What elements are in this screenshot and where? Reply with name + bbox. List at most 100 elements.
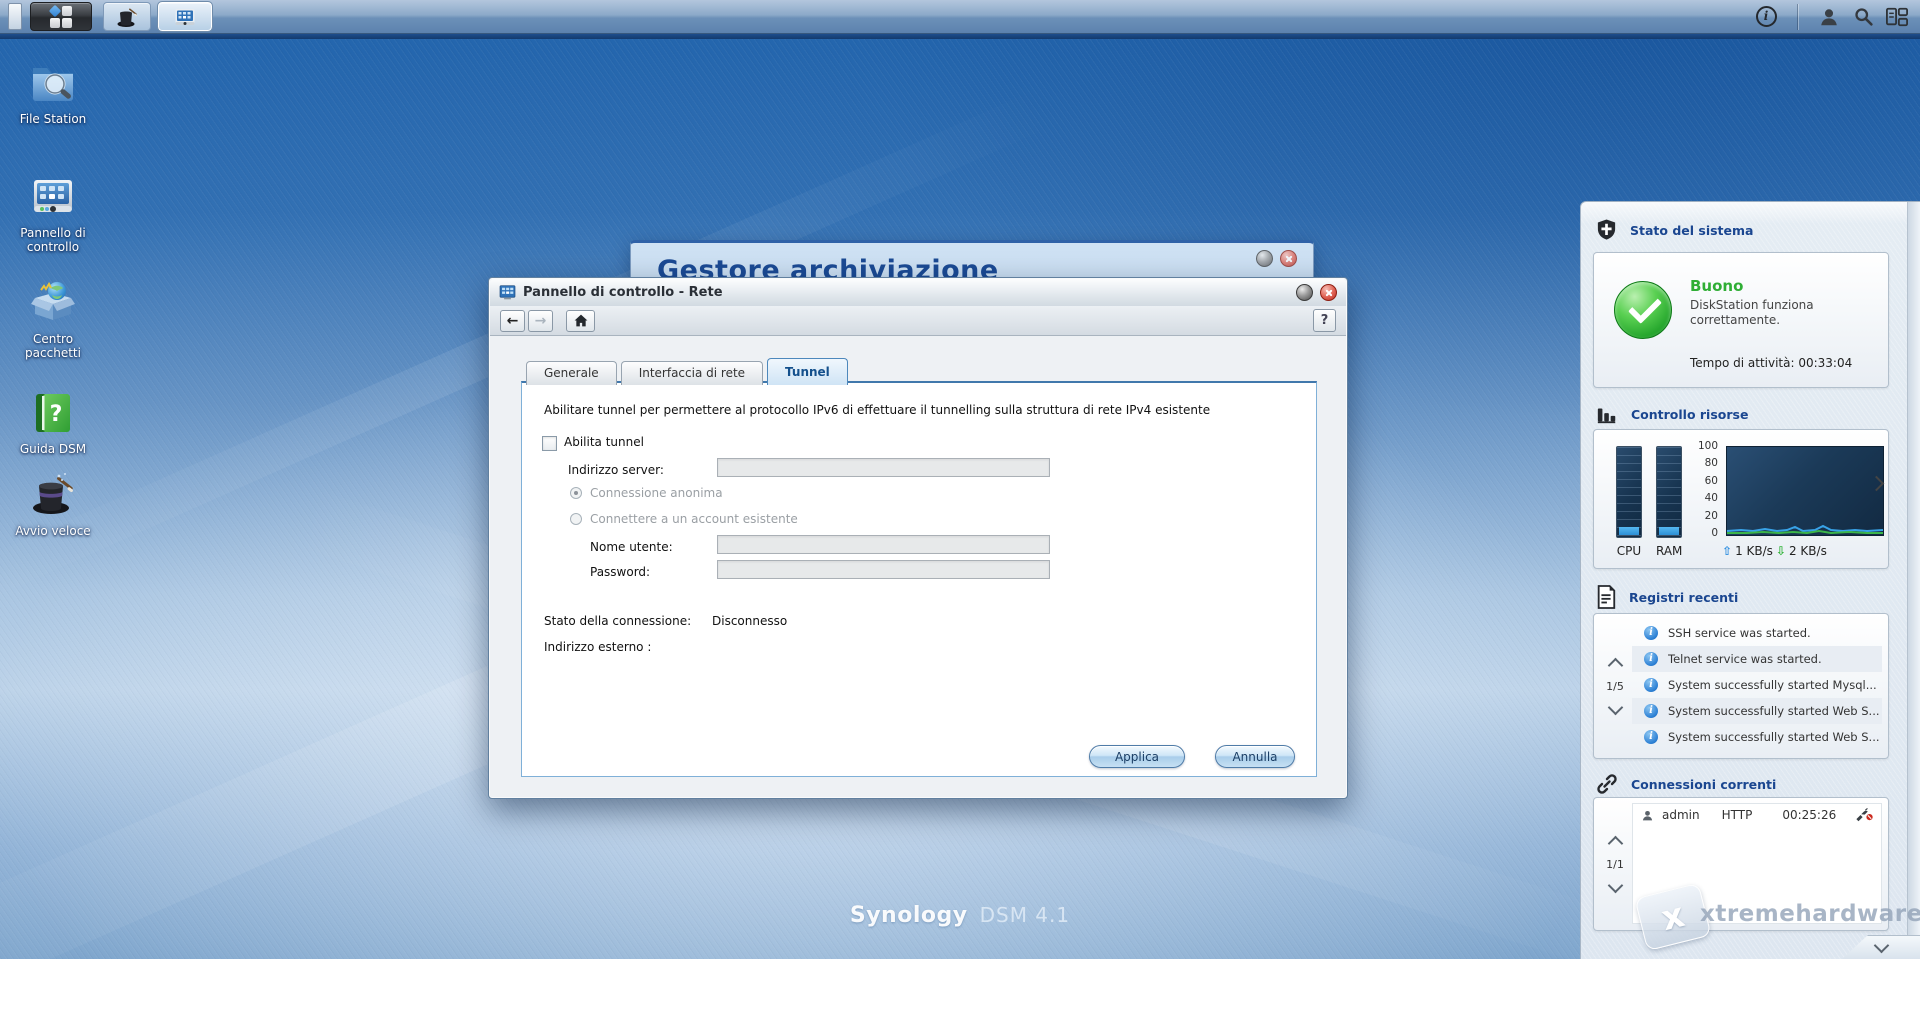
desktop-icon-label: File Station: [5, 112, 101, 126]
axis-tick: 60: [1692, 475, 1718, 487]
forward-button[interactable]: →: [528, 310, 553, 332]
log-text: System successfully started Mysql...: [1668, 678, 1877, 692]
page-down-chevron[interactable]: [1607, 699, 1623, 715]
enable-tunnel-checkbox[interactable]: [542, 436, 557, 451]
tab-generale[interactable]: Generale: [526, 361, 617, 385]
ram-gauge: [1656, 446, 1682, 538]
dialog-titlebar[interactable]: Pannello di controllo - Rete: [490, 279, 1346, 306]
log-row[interactable]: i System successfully started Web S...: [1632, 724, 1882, 750]
log-text: System successfully started Web S...: [1668, 704, 1880, 718]
cancel-button[interactable]: Annulla: [1215, 745, 1295, 768]
log-text: System successfully started Web S...: [1668, 730, 1880, 744]
upload-rate: 1 KB/s: [1735, 544, 1773, 558]
forward-arrow-icon: →: [535, 313, 547, 329]
page-up-chevron[interactable]: [1607, 657, 1623, 673]
tunnel-tab-panel: Abilitare tunnel per permettere al proto…: [521, 381, 1317, 777]
system-status-box: Buono DiskStation funziona correttamente…: [1593, 252, 1889, 388]
dsm-version-text: DSM 4.1: [980, 903, 1071, 927]
minimize-button[interactable]: [1296, 284, 1313, 301]
download-rate: 2 KB/s: [1789, 544, 1827, 558]
system-status-header: Stato del sistema: [1595, 218, 1753, 242]
user-menu-button[interactable]: [1812, 0, 1846, 33]
help-button[interactable]: ?: [1313, 309, 1336, 332]
server-address-input[interactable]: [717, 458, 1050, 477]
anonymous-connection-label: Connessione anonima: [590, 486, 723, 500]
widgets-icon: [1885, 6, 1909, 28]
system-status-state: Buono: [1690, 277, 1743, 295]
dialog-toolbar: ← → ?: [490, 306, 1346, 336]
anonymous-connection-radio[interactable]: [570, 487, 582, 499]
existing-account-label: Connettere a un account esistente: [590, 512, 798, 526]
log-row[interactable]: i System successfully started Web S...: [1632, 698, 1882, 724]
widgets-button[interactable]: [1880, 0, 1914, 33]
recent-logs-box: 1/5 i SSH service was started. i Telnet …: [1593, 613, 1889, 759]
apply-button[interactable]: Applica: [1089, 745, 1185, 768]
desktop-icon-label: Guida DSM: [5, 442, 101, 456]
current-connections-header: Connessioni correnti: [1595, 772, 1776, 796]
storage-manager-window-controls: [1256, 250, 1297, 267]
download-arrow-icon: ⇩: [1776, 544, 1786, 558]
connection-user: admin: [1662, 808, 1700, 822]
chain-link-icon: [1595, 772, 1619, 796]
info-icon: i: [1644, 730, 1658, 744]
tab-interfaccia-di-rete[interactable]: Interfaccia di rete: [621, 361, 763, 385]
sidebar-scroll-gutter[interactable]: [1907, 202, 1920, 959]
username-input[interactable]: [717, 535, 1050, 554]
info-icon: i: [1644, 678, 1658, 692]
connections-pager: 1/1: [1600, 798, 1630, 930]
back-button[interactable]: ←: [500, 310, 525, 332]
page-up-chevron[interactable]: [1607, 835, 1623, 851]
kill-connection-button[interactable]: [1855, 808, 1873, 822]
page-indicator: 1/5: [1606, 680, 1624, 693]
desktop-icon-dsm-help[interactable]: ? Guida DSM: [5, 388, 101, 456]
sidebar-collapse-button[interactable]: [1842, 935, 1920, 959]
main-menu-button[interactable]: [30, 2, 92, 31]
axis-tick: 80: [1692, 457, 1718, 469]
log-row[interactable]: i Telnet service was started.: [1632, 646, 1882, 672]
cpu-gauge: [1616, 446, 1642, 538]
password-input[interactable]: [717, 560, 1050, 579]
info-button[interactable]: i: [1749, 0, 1783, 33]
logs-pager: 1/5: [1600, 614, 1630, 758]
home-button[interactable]: [566, 310, 595, 332]
log-row[interactable]: i SSH service was started.: [1632, 620, 1882, 646]
external-address-label: Indirizzo esterno :: [544, 640, 651, 654]
log-rows: i SSH service was started. i Telnet serv…: [1632, 620, 1882, 750]
desktop-icon-quick-start[interactable]: Avvio veloce: [5, 470, 101, 538]
shield-health-icon: [1595, 218, 1618, 242]
page-indicator: 1/1: [1606, 858, 1624, 871]
log-row[interactable]: i System successfully started Mysql...: [1632, 672, 1882, 698]
taskbar: i: [0, 0, 1920, 34]
taskbar-right-icons: i: [1749, 0, 1920, 33]
server-address-label: Indirizzo server:: [568, 463, 664, 477]
magic-hat-icon: [29, 470, 77, 518]
log-text: SSH service was started.: [1668, 626, 1811, 640]
connection-row[interactable]: admin HTTP 00:25:26: [1633, 804, 1881, 826]
show-desktop-button[interactable]: [8, 3, 22, 30]
info-icon: i: [1644, 626, 1658, 640]
page-down-chevron[interactable]: [1607, 877, 1623, 893]
taskbar-task-control-panel[interactable]: [158, 2, 212, 31]
network-throughput: ⇧ 1 KB/s ⇩ 2 KB/s: [1722, 544, 1827, 558]
close-button[interactable]: [1320, 284, 1337, 301]
taskbar-task-quick-start[interactable]: [103, 2, 151, 31]
status-ok-icon: [1614, 281, 1672, 339]
axis-tick: 0: [1692, 527, 1718, 539]
tunnel-description: Abilitare tunnel per permettere al proto…: [544, 403, 1294, 417]
close-button[interactable]: [1280, 250, 1297, 267]
desktop-icon-control-panel[interactable]: Pannello di controllo: [5, 172, 101, 254]
minimize-button[interactable]: [1256, 250, 1273, 267]
info-icon: i: [1644, 652, 1658, 666]
widgets-sidebar: Stato del sistema Buono DiskStation funz…: [1580, 201, 1920, 959]
recent-logs-header: Registri recenti: [1595, 585, 1738, 609]
desktop-icon-package-center[interactable]: Centro pacchetti: [5, 278, 101, 360]
dialog-tabs: Generale Interfaccia di rete Tunnel: [526, 359, 852, 385]
username-label: Nome utente:: [590, 540, 673, 554]
search-button[interactable]: [1846, 0, 1880, 33]
desktop-icon-file-station[interactable]: File Station: [5, 58, 101, 126]
upload-arrow-icon: ⇧: [1722, 544, 1732, 558]
existing-account-radio[interactable]: [570, 513, 582, 525]
taskbar-bottom-edge: [0, 34, 1920, 39]
resource-monitor-box[interactable]: CPU RAM 100 80 60 40 20 0 ⇧ 1 KB/s ⇩ 2 K…: [1593, 429, 1889, 569]
tab-tunnel[interactable]: Tunnel: [767, 358, 848, 385]
